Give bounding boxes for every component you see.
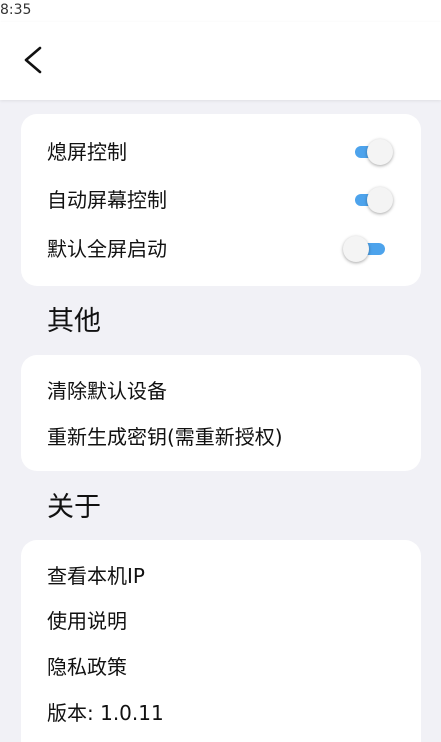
app-bar (0, 22, 441, 100)
status-bar: 8:35 (0, 0, 441, 22)
other-settings-card: 清除默认设备 重新生成密钥(需重新授权) (21, 355, 421, 471)
usage-instructions-item[interactable]: 使用说明 (47, 607, 127, 635)
toggle-thumb (367, 187, 393, 213)
chevron-left-icon (24, 46, 42, 74)
status-time: 8:35 (0, 2, 32, 18)
privacy-policy-item[interactable]: 隐私政策 (47, 653, 127, 681)
display-settings-card: 熄屏控制 自动屏幕控制 默认全屏启动 (21, 114, 421, 286)
version-item: 版本: 1.0.11 (47, 701, 164, 725)
toggle-thumb (367, 139, 393, 165)
default-fullscreen-toggle[interactable] (343, 235, 389, 263)
regenerate-key-item[interactable]: 重新生成密钥(需重新授权) (47, 423, 283, 451)
auto-screen-control-label: 自动屏幕控制 (47, 188, 167, 212)
screen-off-control-label: 熄屏控制 (47, 140, 127, 164)
other-section-title: 其他 (47, 306, 101, 337)
screen-off-control-toggle[interactable] (353, 138, 393, 166)
about-card: 查看本机IP 使用说明 隐私政策 版本: 1.0.11 (21, 540, 421, 742)
default-fullscreen-label: 默认全屏启动 (47, 237, 167, 261)
view-local-ip-item[interactable]: 查看本机IP (47, 562, 145, 590)
about-section-title: 关于 (47, 492, 101, 523)
toggle-thumb (343, 236, 369, 262)
back-button[interactable] (16, 42, 52, 78)
auto-screen-control-toggle[interactable] (353, 186, 393, 214)
clear-default-device-item[interactable]: 清除默认设备 (47, 377, 167, 405)
